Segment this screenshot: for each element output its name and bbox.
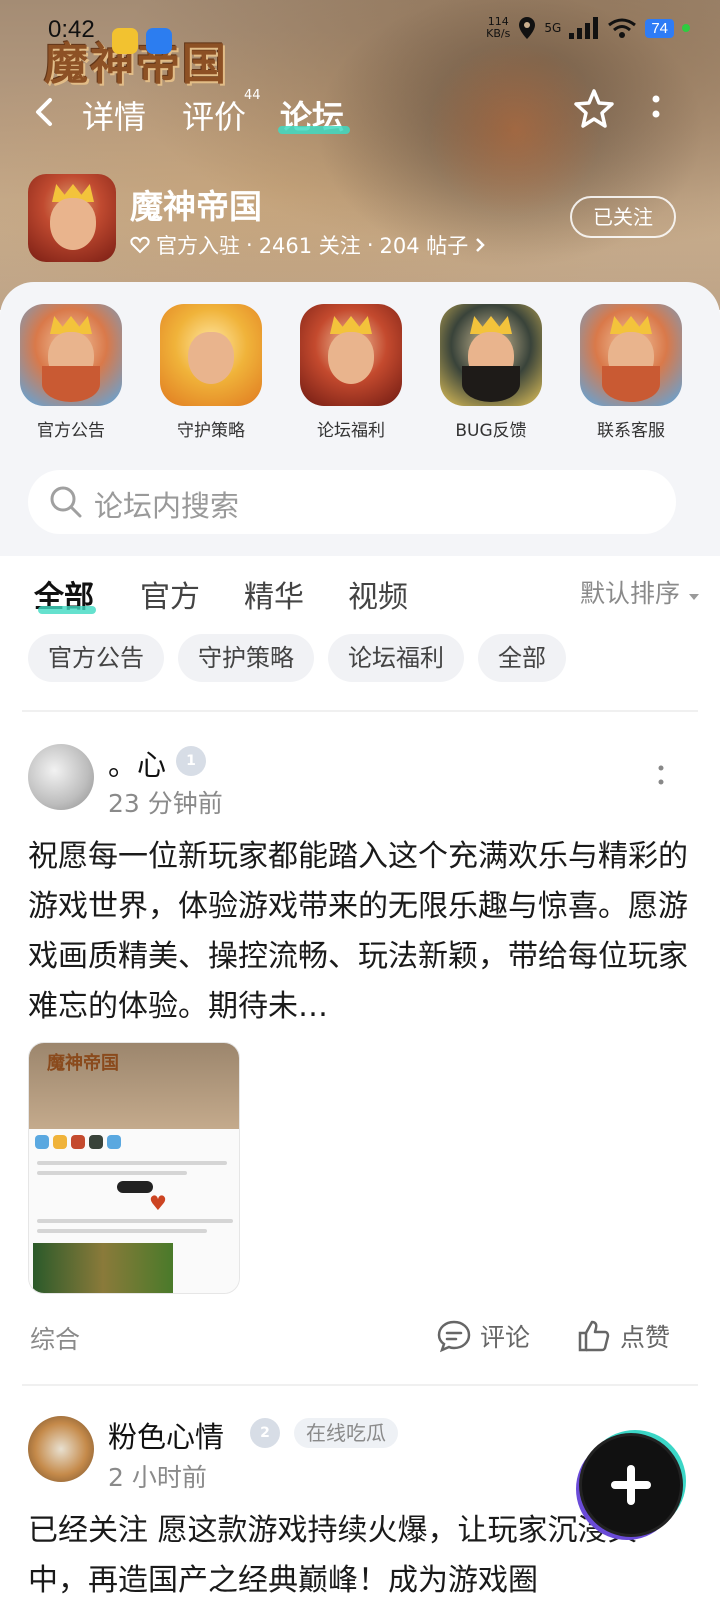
top-navigation: 详情 评价 44 论坛 [0,88,720,138]
favorite-button[interactable] [574,88,614,132]
active-tab-indicator [278,126,350,134]
signal-type: 5G [544,21,562,35]
shortcut-bug-report[interactable]: BUG反馈 [436,304,546,441]
thumbnail-logo-text: 魔神帝国 [47,1053,119,1074]
battery-indicator: 74 [645,18,674,38]
back-button[interactable] [32,90,66,134]
signal-icon [569,17,599,39]
shortcut-customer-service[interactable]: 联系客服 [576,304,686,441]
post-author[interactable]: 粉色心情 [108,1414,224,1456]
system-status-icons: 114 KB/s 5G 74 [486,16,690,40]
post-category[interactable]: 综合 [30,1320,80,1356]
tab-review[interactable]: 评价 [182,92,246,138]
forum-shortcuts: 官方公告 守护策略 论坛福利 BUG反馈 联系客服 [0,304,720,444]
follow-button[interactable]: 已关注 [570,196,676,238]
privacy-dot [682,24,690,32]
filter-tab-official[interactable]: 官方 [140,572,200,616]
status-time: 0:42 [48,16,95,43]
messenger-notification-icon [146,28,172,54]
review-count-badge: 44 [244,88,261,103]
bug-report-icon [440,304,542,406]
location-icon [519,17,536,39]
net-speed: 114 KB/s [486,15,511,40]
chip-welfare[interactable]: 论坛福利 [328,634,464,682]
comment-label: 评论 [480,1323,531,1352]
like-button[interactable]: 点赞 [576,1318,670,1354]
sort-label: 默认排序 [580,579,681,608]
filter-active-indicator [38,606,96,614]
shortcut-welfare[interactable]: 论坛福利 [296,304,406,441]
divider [22,1384,698,1386]
post-more-button[interactable] [654,762,668,792]
divider [22,710,698,712]
post-text[interactable]: 祝愿每一位新玩家都能踏入这个充满欢乐与精彩的游戏世界，体验游戏带来的无限乐趣与惊… [28,832,688,1032]
post-image[interactable]: 魔神帝国 ♥ [28,1042,240,1294]
verified-heart-icon [130,236,150,254]
chevron-left-icon [36,98,52,126]
status-bar: 0:42 114 KB/s 5G 74 [0,10,720,54]
star-icon [574,89,614,128]
chevron-right-icon [476,238,486,252]
avatar[interactable] [28,744,94,810]
thumbs-up-icon [578,1320,610,1352]
filter-tab-featured[interactable]: 精华 [244,572,304,616]
official-label: 官方入驻 [156,234,240,258]
shortcut-announcements[interactable]: 官方公告 [16,304,126,441]
more-button[interactable] [646,94,666,134]
game-info: 魔神帝国 官方入驻 · 2461 关注 · 204 帖子 已关注 [28,174,708,264]
post-time: 23 分钟前 [108,789,223,818]
customer-service-icon [580,304,682,406]
avatar[interactable] [28,1416,94,1482]
follower-count: 2461 关注 [258,234,361,258]
chip-strategy[interactable]: 守护策略 [178,634,314,682]
sort-dropdown[interactable]: 默认排序 [580,574,700,610]
post-time: 2 小时前 [108,1463,207,1492]
welfare-icon [300,304,402,406]
forum-sheet: 官方公告 守护策略 论坛福利 BUG反馈 联系客服 论坛内搜索 [0,282,720,556]
more-vertical-icon [652,95,660,118]
search-icon [50,486,82,518]
game-stats[interactable]: 官方入驻 · 2461 关注 · 204 帖子 [130,230,486,260]
post-actions: 综合 评论 点赞 [0,1312,720,1362]
app-notification-icon [112,28,138,54]
post-text[interactable]: 已经关注 愿这款游戏持续火爆，让玩家沉浸其中，再造国产之经典巅峰！成为游戏圈 [28,1506,688,1600]
caret-down-icon [689,594,699,600]
game-name: 魔神帝国 [130,187,262,226]
user-level-badge: 1 [176,746,206,776]
forum-search-bar[interactable]: 论坛内搜索 [28,470,676,534]
tab-detail[interactable]: 详情 [82,92,146,138]
user-tag: 在线吃瓜 [294,1418,398,1448]
notification-icons [112,28,172,54]
announcement-icon [20,304,122,406]
post-count: 204 帖子 [379,234,469,258]
strategy-icon [160,304,262,406]
chip-announcements[interactable]: 官方公告 [28,634,164,682]
comment-icon [437,1320,471,1353]
wifi-icon [608,18,637,38]
post-author[interactable]: 。心 [108,742,166,784]
search-input[interactable]: 论坛内搜索 [94,483,239,525]
filter-tab-video[interactable]: 视频 [348,572,408,616]
comment-button[interactable]: 评论 [436,1318,530,1354]
shortcut-strategy[interactable]: 守护策略 [156,304,266,441]
category-chips: 官方公告 守护策略 论坛福利 全部 [28,634,566,682]
user-level-badge: 2 [250,1418,280,1448]
like-label: 点赞 [620,1323,671,1352]
chip-all[interactable]: 全部 [478,634,566,682]
game-icon[interactable] [28,174,116,262]
post-filter-tabs: 全部 官方 精华 视频 默认排序 [0,556,720,626]
create-post-button[interactable] [582,1436,680,1534]
more-vertical-icon [658,765,664,785]
